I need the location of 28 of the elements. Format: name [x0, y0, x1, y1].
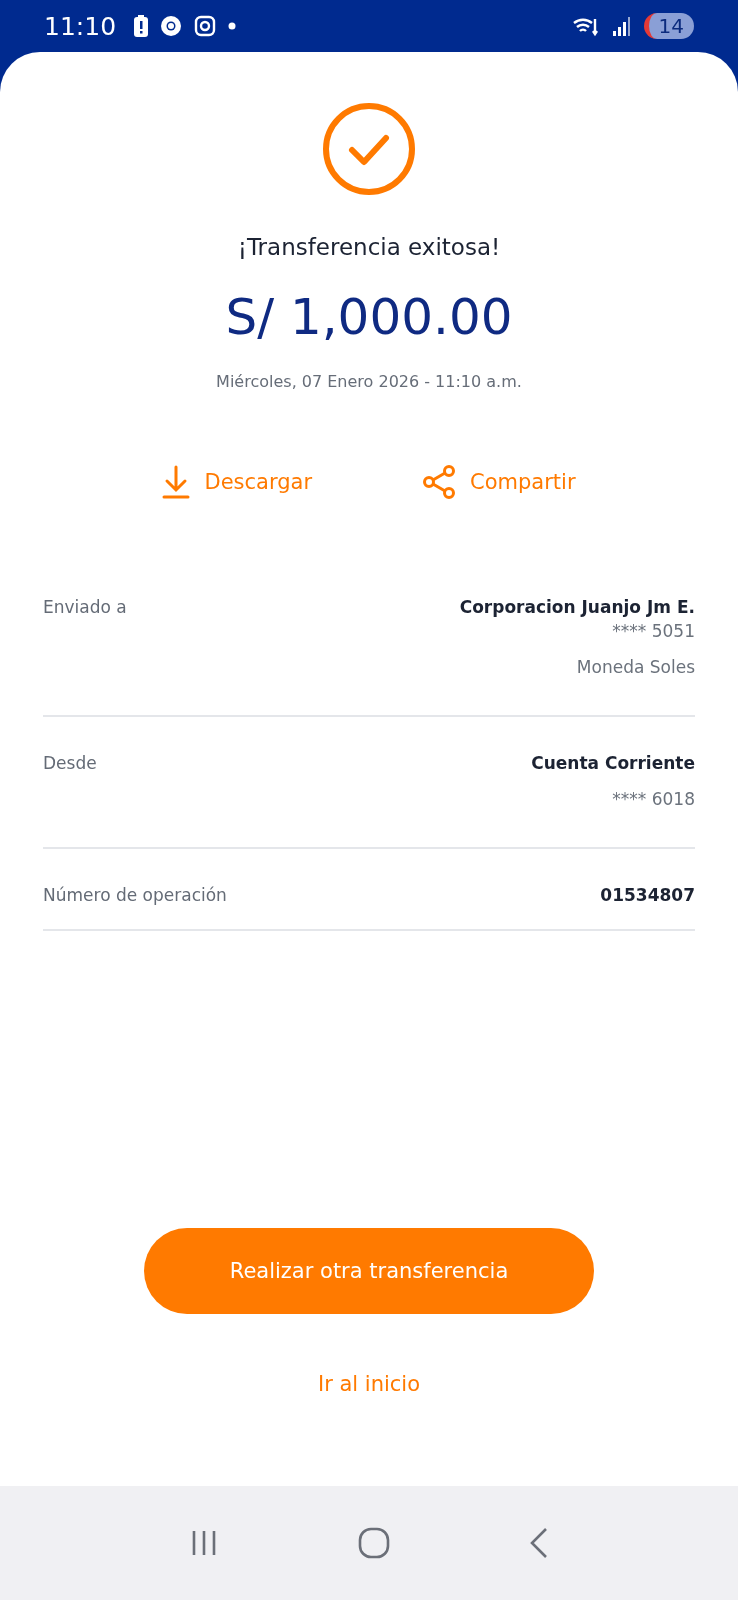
share-button[interactable]: Compartir	[422, 465, 576, 499]
detail-value: Corporacion Juanjo Jm E.	[459, 597, 695, 617]
detail-value: **** 6018	[612, 789, 695, 809]
signal-icon	[611, 15, 632, 37]
primary-button[interactable]: Realizar otra transferencia	[144, 1228, 594, 1314]
detail-label: Número de operación	[43, 885, 227, 905]
success-check-icon	[322, 102, 416, 196]
home-icon[interactable]	[358, 1527, 390, 1559]
browser-icon	[160, 15, 183, 37]
detail-value: 01534807	[600, 885, 695, 905]
battery-level: 14	[643, 13, 694, 39]
detail-label: Desde	[43, 753, 97, 775]
battery-alert-icon	[134, 15, 149, 37]
detail-value: Moneda Soles	[576, 657, 695, 677]
success-title: ¡Transferencia exitosa!	[237, 234, 501, 260]
amount: S/ 1,000.00	[225, 288, 513, 346]
detail-label: Enviado a	[43, 597, 127, 619]
detail-value: Cuenta Corriente	[531, 753, 695, 773]
download-icon	[162, 465, 191, 499]
share-icon	[422, 465, 456, 499]
download-button[interactable]: Descargar	[162, 465, 312, 499]
dot-icon	[228, 22, 237, 30]
detail-value: **** 5051	[612, 621, 695, 641]
home-link[interactable]: Ir al inicio	[317, 1372, 421, 1396]
camera-app-icon	[194, 15, 217, 37]
back-icon[interactable]	[528, 1527, 549, 1559]
status-time: 11:10	[44, 11, 117, 41]
date-time: Miércoles, 07 Enero 2026 - 11:10 a.m.	[216, 372, 522, 391]
